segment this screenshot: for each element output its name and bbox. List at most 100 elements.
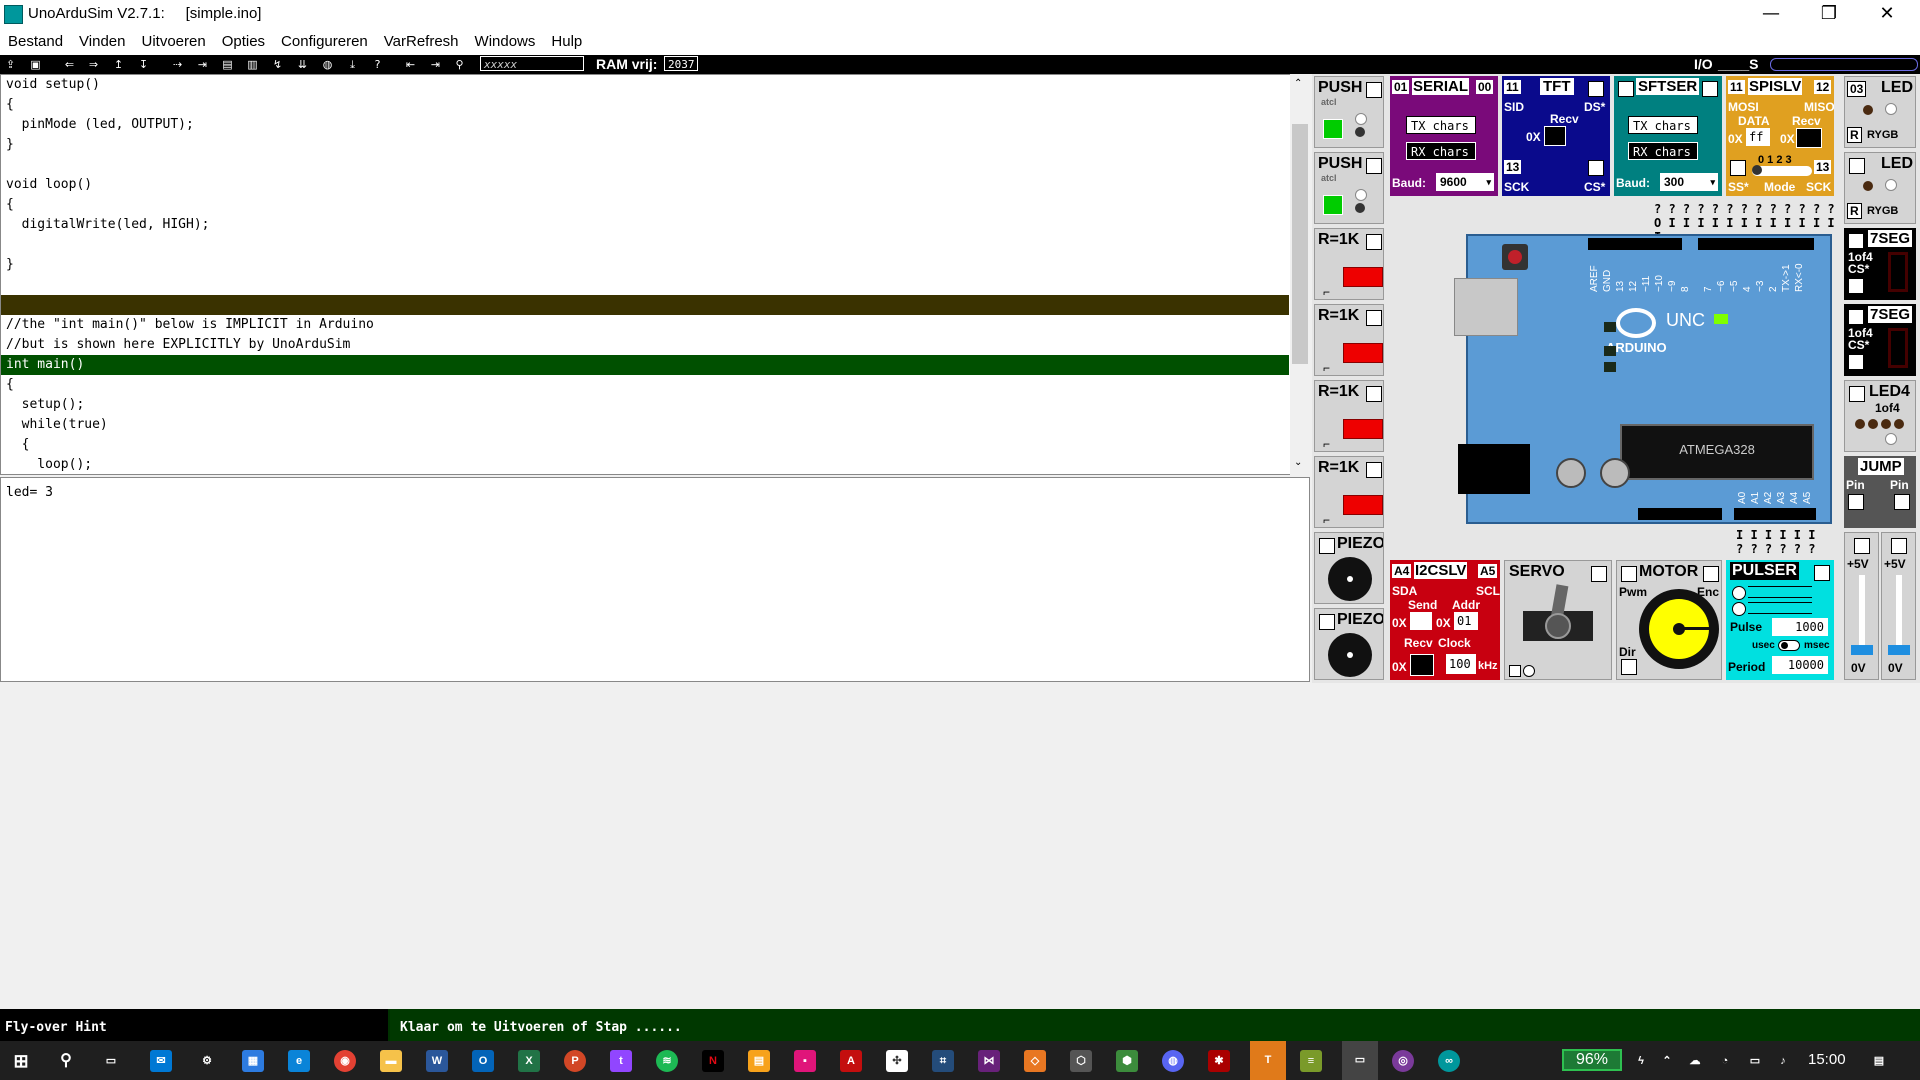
- acrobat-icon[interactable]: A: [840, 1050, 862, 1072]
- resistor-switch[interactable]: [1343, 495, 1383, 515]
- halt-icon[interactable]: ▥: [245, 57, 260, 72]
- scroll-down-icon[interactable]: ⌄: [1294, 457, 1302, 468]
- pulser-radio-1[interactable]: [1732, 586, 1746, 600]
- spotify-icon[interactable]: ≋: [656, 1050, 678, 1072]
- open-icon[interactable]: ⇪: [3, 57, 18, 72]
- spislv-data-field[interactable]: ff: [1746, 128, 1770, 146]
- serial-tx-field[interactable]: TX chars: [1406, 116, 1476, 134]
- scroll-up-icon[interactable]: ⌃: [1294, 78, 1302, 89]
- chevron-up-icon[interactable]: ⌃: [1656, 1050, 1678, 1072]
- sftser-tx-field[interactable]: TX chars: [1628, 116, 1698, 134]
- unoardusim-taskbar-icon[interactable]: ▭: [1342, 1041, 1378, 1080]
- excel-icon[interactable]: X: [518, 1050, 540, 1072]
- serial-rx-field[interactable]: RX chars: [1406, 142, 1476, 160]
- visual-studio-icon[interactable]: ⋈: [978, 1050, 1000, 1072]
- windows-start-icon[interactable]: ⊞: [10, 1050, 32, 1072]
- app-icon[interactable]: ⌗: [932, 1050, 954, 1072]
- code-line[interactable]: {: [1, 95, 1289, 115]
- discord-icon[interactable]: ◍: [1162, 1050, 1184, 1072]
- app-icon[interactable]: ◇: [1024, 1050, 1046, 1072]
- pulser-unit-toggle[interactable]: [1778, 640, 1800, 651]
- app-icon[interactable]: ◎: [1392, 1050, 1414, 1072]
- menu-uitvoeren[interactable]: Uitvoeren: [133, 30, 213, 50]
- tft-cs-box[interactable]: [1588, 160, 1604, 176]
- led4-pin-box[interactable]: [1849, 386, 1865, 402]
- reset-button-icon[interactable]: [1502, 244, 1528, 270]
- notifications-icon[interactable]: ▤: [1868, 1050, 1890, 1072]
- servo-checkbox[interactable]: [1509, 665, 1521, 677]
- maximize-button[interactable]: ❐: [1800, 0, 1858, 30]
- tft-device[interactable]: 11 TFT SID DS* Recv 0X 13 SCK CS*: [1502, 76, 1610, 196]
- step-out-icon[interactable]: ↥: [111, 57, 126, 72]
- resistor-pin-box[interactable]: [1366, 234, 1382, 250]
- tft-pin-box[interactable]: [1588, 81, 1604, 97]
- voltage-slider-2[interactable]: +5V 0V: [1881, 532, 1916, 680]
- resistor-device-3[interactable]: R=1K ⌐: [1314, 380, 1384, 452]
- motor-pin-box[interactable]: [1703, 566, 1719, 582]
- resistor-pin-box[interactable]: [1366, 386, 1382, 402]
- search-icon[interactable]: ⚲: [55, 1050, 77, 1072]
- spislv-ss-box[interactable]: [1730, 160, 1746, 176]
- run-until-icon[interactable]: ⇥: [195, 57, 210, 72]
- teams-icon[interactable]: T: [1250, 1041, 1286, 1080]
- menu-varrefresh[interactable]: VarRefresh: [376, 30, 467, 50]
- code-line[interactable]: loop();: [1, 455, 1289, 474]
- push-toggle-icon[interactable]: [1355, 189, 1367, 201]
- piezo-pin-box[interactable]: [1319, 538, 1335, 554]
- jump-pin-box-b[interactable]: [1894, 494, 1910, 510]
- download-icon[interactable]: ⤓: [345, 57, 360, 72]
- motor-device[interactable]: MOTOR Pwm Enc Dir: [1616, 560, 1722, 680]
- sftser-baud-select[interactable]: 300 ▾: [1660, 173, 1718, 191]
- search-input[interactable]: xxxxx: [480, 56, 584, 71]
- io-slider[interactable]: [1770, 58, 1918, 71]
- i2cslv-device[interactable]: A4 I2CSLV A5 SDA SCL Send Addr 0X 0X 01 …: [1390, 560, 1500, 680]
- servo-device[interactable]: SERVO: [1504, 560, 1612, 680]
- sevenseg-cs-box[interactable]: [1848, 354, 1864, 370]
- find-prev-icon[interactable]: ⇤: [403, 57, 418, 72]
- run-to-icon[interactable]: ⇢: [170, 57, 185, 72]
- resistor-device-2[interactable]: R=1K ⌐: [1314, 304, 1384, 376]
- pulser-pin-box[interactable]: [1814, 565, 1830, 581]
- code-line[interactable]: }: [1, 135, 1289, 155]
- pulser-radio-2[interactable]: [1732, 602, 1746, 616]
- sftser-pin-box[interactable]: [1702, 81, 1718, 97]
- slow-motion-icon[interactable]: ⇊: [295, 57, 310, 72]
- motor-pin-box[interactable]: [1621, 566, 1637, 582]
- save-icon[interactable]: ▣: [28, 57, 43, 72]
- menu-windows[interactable]: Windows: [467, 30, 544, 50]
- code-editor[interactable]: void setup(){ pinMode (led, OUTPUT);} voi…: [0, 74, 1310, 475]
- find-next-icon[interactable]: ⇥: [428, 57, 443, 72]
- reset-icon[interactable]: ◍: [320, 57, 335, 72]
- spislv-mode-slider[interactable]: [1752, 165, 1812, 176]
- sevenseg-pin-box[interactable]: [1848, 309, 1864, 325]
- led-device-2[interactable]: LED R RYGB: [1844, 152, 1916, 224]
- app-icon[interactable]: ✣: [886, 1050, 908, 1072]
- code-line[interactable]: [1, 155, 1289, 175]
- battery-icon[interactable]: ▭: [1744, 1050, 1766, 1072]
- voltage-pin-box[interactable]: [1891, 538, 1907, 554]
- menu-vinden[interactable]: Vinden: [71, 30, 133, 50]
- code-line[interactable]: setup();: [1, 395, 1289, 415]
- step-over-icon[interactable]: ⇒: [86, 57, 101, 72]
- push-button-device-2[interactable]: PUSH atcl: [1314, 152, 1384, 224]
- app-icon[interactable]: ≡: [1300, 1050, 1322, 1072]
- menu-bestand[interactable]: Bestand: [0, 30, 71, 50]
- code-line[interactable]: while(true): [1, 415, 1289, 435]
- step-into-icon[interactable]: ⇐: [62, 57, 77, 72]
- piezo-device-1[interactable]: PIEZO: [1314, 532, 1384, 604]
- binoculars-icon[interactable]: ⚲: [452, 57, 467, 72]
- piezo-device-2[interactable]: PIEZO: [1314, 608, 1384, 680]
- push-pin-box[interactable]: [1366, 158, 1382, 174]
- code-line[interactable]: int main(): [1, 355, 1289, 375]
- voltage-pin-box[interactable]: [1854, 538, 1870, 554]
- code-line[interactable]: [1, 235, 1289, 255]
- code-line[interactable]: {: [1, 195, 1289, 215]
- editor-scrollbar[interactable]: ⌃ ⌄: [1290, 74, 1310, 475]
- resistor-device-1[interactable]: R=1K ⌐: [1314, 228, 1384, 300]
- file-explorer-icon[interactable]: ▬: [380, 1050, 402, 1072]
- app-icon[interactable]: ⬢: [1116, 1050, 1138, 1072]
- voltage-knob[interactable]: [1888, 645, 1910, 655]
- code-line[interactable]: void loop(): [1, 175, 1289, 195]
- edge-icon[interactable]: e: [288, 1050, 310, 1072]
- push-toggle-icon[interactable]: [1355, 203, 1365, 213]
